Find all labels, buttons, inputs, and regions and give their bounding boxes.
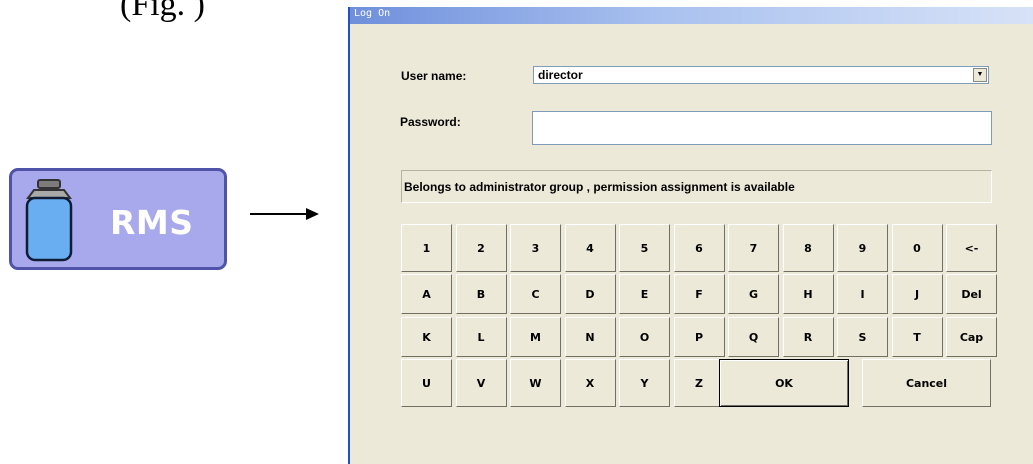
right-arrow-icon: [250, 208, 319, 220]
key-e[interactable]: E: [619, 274, 670, 314]
key-n[interactable]: N: [564, 317, 616, 357]
key-x[interactable]: X: [564, 359, 616, 407]
key-t[interactable]: T: [891, 317, 943, 357]
key-i[interactable]: I: [837, 274, 888, 314]
key-o[interactable]: O: [619, 317, 670, 357]
key-m[interactable]: M: [510, 317, 561, 357]
username-select[interactable]: director ▼: [533, 66, 989, 84]
figure-caption: (Fig. ): [120, 0, 205, 23]
key-s[interactable]: S: [837, 317, 888, 357]
dialog-title: Log On: [354, 8, 391, 19]
cancel-button[interactable]: Cancel: [862, 359, 991, 407]
log-on-dialog: Log On User name: director ▼ Password: B…: [348, 7, 1033, 464]
key-6[interactable]: 6: [673, 224, 725, 272]
rms-label: RMS: [110, 203, 194, 242]
ok-button[interactable]: OK: [719, 359, 849, 407]
key-q[interactable]: Q: [728, 317, 779, 357]
key-z[interactable]: Z: [673, 359, 725, 407]
key-9[interactable]: 9: [837, 224, 888, 272]
username-label: User name:: [401, 69, 467, 83]
key-l[interactable]: L: [455, 317, 507, 357]
dropdown-arrow-icon[interactable]: ▼: [973, 68, 987, 82]
dialog-titlebar: Log On: [350, 7, 1033, 24]
key-r[interactable]: R: [782, 317, 834, 357]
info-message: Belongs to administrator group , permiss…: [404, 180, 795, 194]
key-k[interactable]: K: [401, 317, 452, 357]
key-7[interactable]: 7: [728, 224, 779, 272]
key-h[interactable]: H: [782, 274, 834, 314]
caps-key[interactable]: Cap: [946, 317, 997, 357]
key-4[interactable]: 4: [564, 224, 616, 272]
key-w[interactable]: W: [510, 359, 561, 407]
password-field[interactable]: [532, 111, 992, 145]
key-b[interactable]: B: [455, 274, 507, 314]
key-0[interactable]: 0: [891, 224, 943, 272]
key-3[interactable]: 3: [510, 224, 561, 272]
key-j[interactable]: J: [891, 274, 943, 314]
key-u[interactable]: U: [401, 359, 452, 407]
key-5[interactable]: 5: [619, 224, 670, 272]
key-p[interactable]: P: [673, 317, 725, 357]
key-c[interactable]: C: [510, 274, 561, 314]
key-v[interactable]: V: [455, 359, 507, 407]
rms-button[interactable]: RMS: [9, 168, 227, 270]
backspace-key[interactable]: <-: [946, 224, 997, 272]
key-f[interactable]: F: [673, 274, 725, 314]
username-value: director: [538, 68, 583, 82]
key-1[interactable]: 1: [401, 224, 452, 272]
gas-bottle-icon: [25, 179, 73, 262]
key-8[interactable]: 8: [782, 224, 834, 272]
key-a[interactable]: A: [401, 274, 452, 314]
delete-key[interactable]: Del: [946, 274, 997, 314]
password-label: Password:: [400, 115, 461, 129]
key-y[interactable]: Y: [619, 359, 670, 407]
info-message-box: Belongs to administrator group , permiss…: [401, 170, 992, 203]
key-d[interactable]: D: [564, 274, 616, 314]
key-g[interactable]: G: [728, 274, 779, 314]
key-2[interactable]: 2: [455, 224, 507, 272]
